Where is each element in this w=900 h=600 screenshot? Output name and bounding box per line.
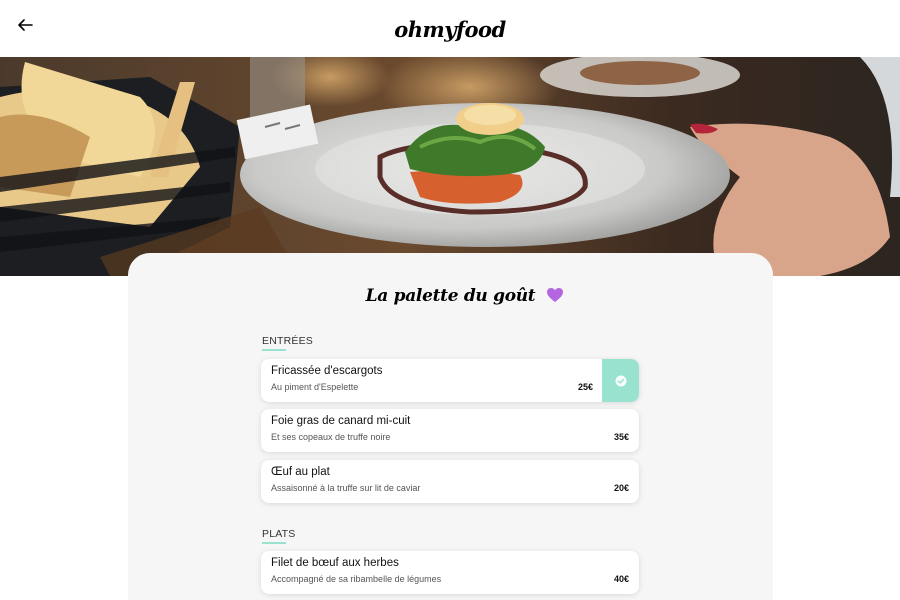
dish-name: Filet de bœuf aux herbes (271, 557, 399, 569)
selected-indicator[interactable] (602, 359, 639, 402)
top-header: ohmyfood (0, 0, 900, 57)
dish-price: 40€ (613, 574, 629, 584)
dish-card[interactable]: Filet de bœuf aux herbes Accompagné de s… (261, 551, 639, 594)
dish-name: Œuf au plat (271, 466, 330, 478)
dish-card[interactable]: Œuf au plat Assaisonné à la truffe sur l… (261, 460, 639, 503)
dish-name: Foie gras de canard mi-cuit (271, 415, 411, 427)
dish-description: Accompagné de sa ribambelle de légumes (271, 574, 442, 584)
dish-card[interactable]: Fricassée d'escargots Au piment d'Espele… (261, 359, 639, 402)
dish-price: 20€ (613, 483, 629, 493)
arrow-left-icon[interactable] (16, 16, 34, 34)
menu-card: La palette du goût ENTRÉES Fricassée d'e… (128, 253, 773, 600)
dish-price: 25€ (577, 382, 593, 392)
dish-name: Fricassée d'escargots (271, 365, 383, 377)
section-label-plats: PLATS (262, 528, 296, 540)
dish-description: Et ses copeaux de truffe noire (271, 432, 391, 442)
section-underline (262, 349, 286, 351)
heart-icon[interactable] (546, 287, 564, 303)
restaurant-title-row: La palette du goût (128, 283, 773, 313)
section-label-entrees: ENTRÉES (262, 335, 313, 347)
dish-price: 35€ (613, 432, 629, 442)
dish-card[interactable]: Foie gras de canard mi-cuit Et ses copea… (261, 409, 639, 452)
dish-description: Assaisonné à la truffe sur lit de caviar (271, 483, 421, 493)
app-logo[interactable]: ohmyfood (394, 17, 506, 42)
restaurant-name: La palette du goût (365, 286, 536, 306)
section-underline (262, 542, 286, 544)
check-circle-icon (615, 375, 626, 386)
hero-image (0, 57, 900, 276)
dish-description: Au piment d'Espelette (271, 382, 359, 392)
